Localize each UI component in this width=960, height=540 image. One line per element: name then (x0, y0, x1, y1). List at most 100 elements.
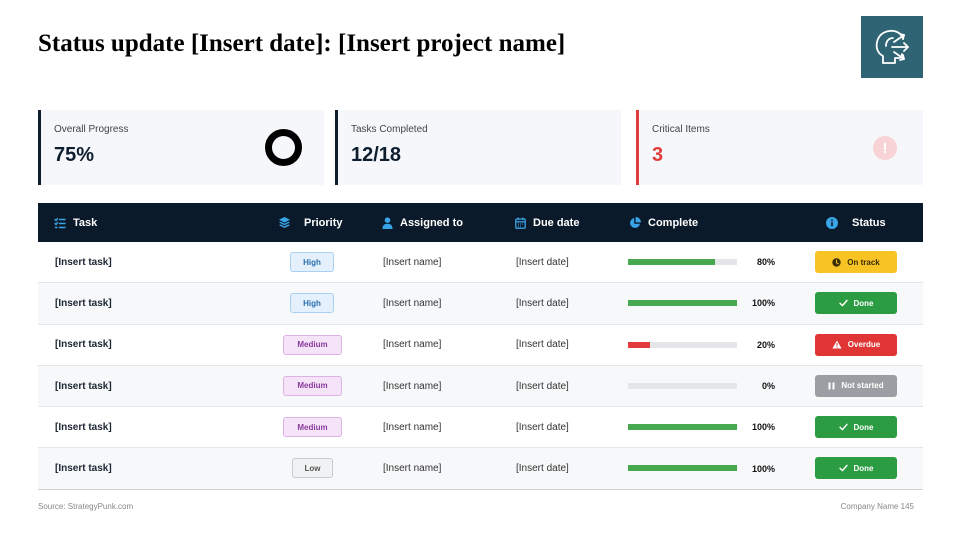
table-row: [Insert task] High [Insert name] [Insert da… (38, 283, 923, 325)
percent-complete: 100% (751, 463, 775, 474)
status-badge: Not started (815, 374, 897, 397)
column-header-label: Task (73, 216, 98, 229)
assignee-name: [Insert name] (383, 297, 442, 309)
progress-bar-fill (628, 465, 737, 472)
priority-badge: Medium (283, 375, 342, 396)
info-icon (826, 216, 838, 229)
percent-complete: 0% (761, 381, 775, 392)
layers-icon (279, 217, 290, 228)
checklist-icon (54, 217, 66, 228)
kpi-value: 75% (54, 144, 95, 166)
progress-bar (628, 259, 737, 265)
status-badge: Done (815, 292, 897, 315)
exclamation-circle-icon: ! (873, 136, 897, 160)
percent-complete: 20% (756, 339, 775, 350)
kpi-label: Critical Items (652, 124, 710, 135)
column-header-task: Task (54, 203, 97, 242)
kpi-critical-items: Critical Items 3 ! (636, 110, 923, 185)
check-icon (838, 464, 848, 472)
task-name: [Insert task] (55, 421, 112, 433)
assignee-name: [Insert name] (383, 421, 442, 433)
progress-bar-fill (628, 259, 716, 265)
priority-badge: High (290, 252, 334, 272)
status-badge: Done (815, 416, 897, 439)
table-row: [Insert task] High [Insert name] [Insert da… (38, 242, 923, 284)
check-icon (838, 299, 848, 307)
column-header-label: Priority (304, 216, 343, 229)
percent-complete: 100% (751, 298, 775, 309)
table-row: [Insert task] Medium [Insert name] [Insert … (38, 365, 923, 408)
clock-icon (832, 257, 841, 267)
calendar-icon (515, 217, 526, 229)
progress-bar (628, 465, 737, 472)
logo (861, 16, 923, 78)
source-note: Source: StrategyPunk.com (38, 502, 134, 511)
progress-bar-fill (628, 424, 737, 431)
kpi-tasks-completed: Tasks Completed 12/18 (335, 110, 621, 185)
kpi-label: Overall Progress (54, 124, 129, 135)
status-label: Not started (841, 381, 884, 391)
column-header-priority: Priority (278, 203, 343, 242)
warning-icon (832, 340, 842, 349)
status-label: Done (853, 422, 874, 432)
page-title: Status update [Insert date]: [Insert pro… (38, 30, 566, 57)
progress-bar (628, 341, 737, 348)
due-date: [Insert date] (516, 297, 569, 309)
footer-company: Company Name 145 (840, 502, 914, 511)
priority-badge: Low (292, 458, 333, 479)
due-date: [Insert date] (516, 256, 569, 268)
table-header: Task Priority Assigned to Due date Compl… (38, 203, 923, 242)
column-header-label: Complete (648, 216, 699, 229)
column-header-label: Assigned to (400, 216, 463, 229)
head-arrows-icon (875, 29, 909, 64)
column-header-due: Due date (515, 203, 579, 242)
progress-bar-fill (628, 300, 737, 307)
status-badge: Done (815, 457, 897, 480)
user-icon (382, 216, 393, 229)
status-badge: On track (815, 251, 897, 273)
kpi-value: 12/18 (351, 144, 402, 166)
priority-badge: Medium (283, 417, 342, 438)
status-label: On track (847, 257, 880, 267)
pause-icon (828, 382, 835, 390)
donut-ring-icon (265, 129, 302, 166)
due-date: [Insert date] (516, 339, 569, 351)
column-header-label: Status (852, 216, 886, 229)
assignee-name: [Insert name] (383, 339, 442, 351)
task-name: [Insert task] (55, 256, 112, 268)
assignee-name: [Insert name] (383, 463, 442, 475)
table-row: [Insert task] Medium [Insert name] [Insert … (38, 324, 923, 366)
kpi-value: 3 (652, 144, 664, 166)
progress-bar (628, 300, 737, 307)
check-icon (838, 423, 848, 431)
table-row: [Insert task] Low [Insert name] [Insert dat… (38, 448, 923, 490)
assignee-name: [Insert name] (383, 380, 442, 392)
priority-badge: Medium (283, 334, 342, 355)
due-date: [Insert date] (516, 380, 569, 392)
due-date: [Insert date] (516, 421, 569, 433)
task-name: [Insert task] (55, 339, 112, 351)
column-header-complete: Complete (629, 203, 698, 242)
status-table: Task Priority Assigned to Due date Compl… (38, 203, 923, 490)
status-label: Done (853, 463, 874, 473)
assignee-name: [Insert name] (383, 256, 442, 268)
progress-bar (628, 382, 737, 389)
table-row: [Insert task] Medium [Insert name] [Insert … (38, 407, 923, 449)
column-header-status: Status (826, 203, 886, 242)
pie-chart-icon (630, 216, 641, 228)
kpi-overall-progress: Overall Progress 75% (38, 110, 324, 185)
progress-bar (628, 424, 737, 431)
task-name: [Insert task] (55, 380, 112, 392)
percent-complete: 100% (751, 422, 775, 433)
kpi-label: Tasks Completed (351, 124, 428, 135)
task-name: [Insert task] (55, 297, 112, 309)
table-body: [Insert task] High [Insert name] [Insert da… (38, 242, 923, 490)
percent-complete: 80% (756, 257, 775, 268)
status-label: Overdue (847, 340, 881, 350)
task-name: [Insert task] (55, 463, 112, 475)
progress-bar-fill (628, 341, 650, 348)
due-date: [Insert date] (516, 463, 569, 475)
status-label: Done (853, 298, 874, 308)
column-header-label: Due date (533, 216, 580, 229)
status-badge: Overdue (815, 333, 897, 356)
